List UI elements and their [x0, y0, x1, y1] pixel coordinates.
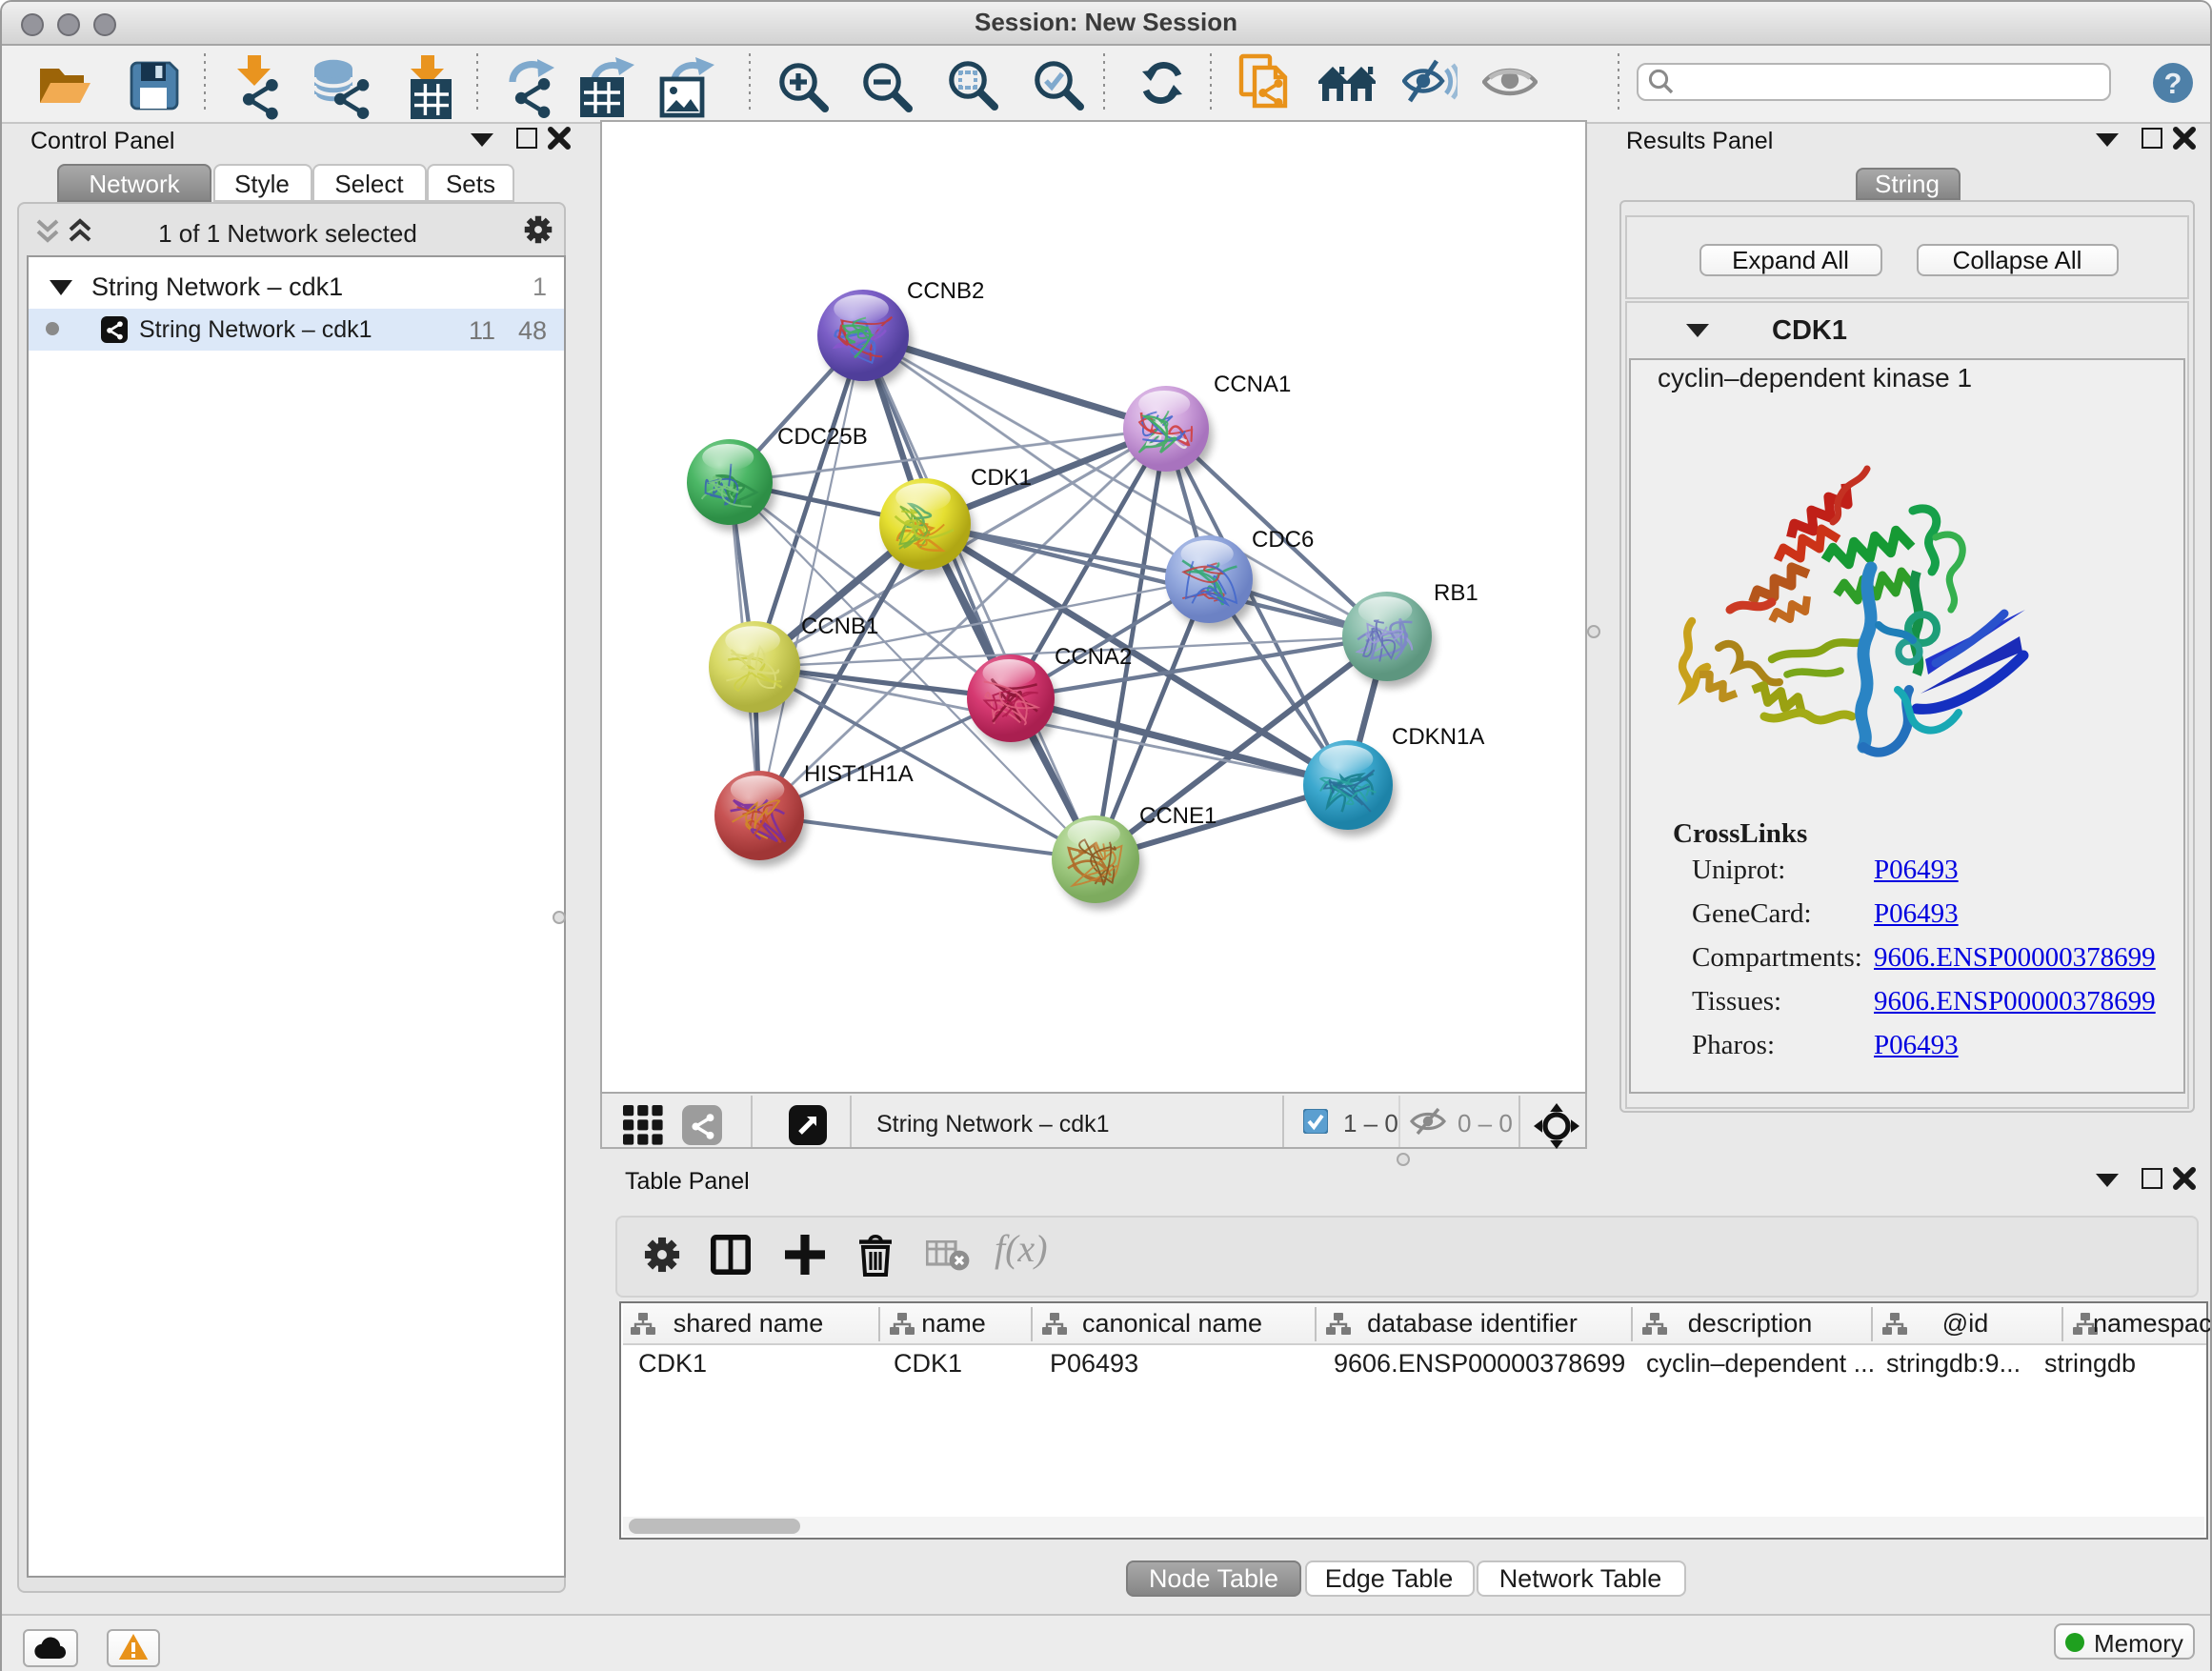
- svg-text:HIST1H1A: HIST1H1A: [804, 761, 914, 787]
- svg-text:CCNB2: CCNB2: [907, 278, 984, 304]
- svg-text:CCNA2: CCNA2: [1055, 644, 1132, 670]
- svg-text:CDC25B: CDC25B: [777, 424, 868, 450]
- svg-text:RB1: RB1: [1434, 580, 1478, 606]
- svg-text:CCNB1: CCNB1: [801, 614, 878, 639]
- svg-text:CCNA1: CCNA1: [1214, 372, 1291, 397]
- svg-text:CCNE1: CCNE1: [1139, 803, 1217, 829]
- svg-text:CDKN1A: CDKN1A: [1392, 724, 1484, 750]
- svg-text:CDC6: CDC6: [1252, 527, 1314, 553]
- svg-text:CDK1: CDK1: [971, 465, 1032, 491]
- svg-text:?: ?: [2164, 67, 2182, 100]
